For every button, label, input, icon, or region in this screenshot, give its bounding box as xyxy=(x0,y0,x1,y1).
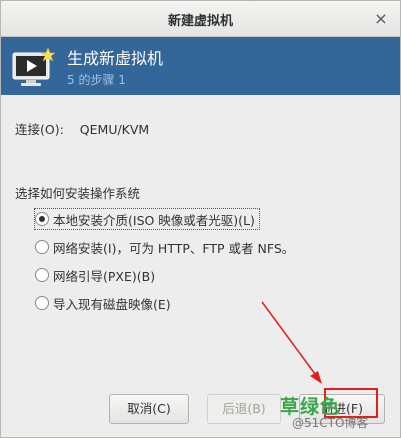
back-button[interactable]: 后退(B) xyxy=(207,394,281,424)
radio-local-media[interactable]: 本地安装介质(ISO 映像或者光驱)(L) xyxy=(34,208,260,230)
radio-label: 导入现有磁盘映像(E) xyxy=(53,296,171,312)
banner-title: 生成新虚拟机 xyxy=(67,49,164,68)
radio-network-boot[interactable]: 网络引导(PXE)(B) xyxy=(35,265,155,285)
new-vm-dialog: 新建虚拟机 × 生成新虚拟机 5 的步骤 1 连接(O): QEMU/KVM 选… xyxy=(0,0,401,438)
connection-label: 连接(O): xyxy=(15,122,64,137)
button-bar: 取消(C) 后退(B) 前进(F) xyxy=(1,381,400,437)
step-indicator: 5 的步骤 1 xyxy=(67,73,126,87)
radio-network-install[interactable]: 网络安装(I)，可为 HTTP、FTP 或者 NFS。 xyxy=(35,237,294,257)
monitor-icon xyxy=(12,47,55,86)
titlebar[interactable]: 新建虚拟机 × xyxy=(1,1,400,37)
wizard-content: 连接(O): QEMU/KVM 选择如何安装操作系统 本地安装介质(ISO 映像… xyxy=(1,95,400,381)
wizard-banner: 生成新虚拟机 5 的步骤 1 xyxy=(1,37,400,95)
radio-button-icon[interactable] xyxy=(35,212,49,226)
window-title: 新建虚拟机 xyxy=(167,14,233,29)
forward-button[interactable]: 前进(F) xyxy=(299,394,385,424)
radio-import-disk[interactable]: 导入现有磁盘映像(E) xyxy=(35,293,171,313)
radio-label: 网络引导(PXE)(B) xyxy=(53,268,156,284)
cancel-button[interactable]: 取消(C) xyxy=(109,394,189,424)
install-method-title: 选择如何安装操作系统 xyxy=(15,186,141,201)
radio-button-icon[interactable] xyxy=(35,268,49,282)
connection-value: QEMU/KVM xyxy=(79,122,150,137)
connection-line: 连接(O): QEMU/KVM xyxy=(15,119,149,138)
radio-button-icon[interactable] xyxy=(35,240,49,254)
radio-label: 本地安装介质(ISO 映像或者光驱)(L) xyxy=(53,212,255,228)
radio-button-icon[interactable] xyxy=(35,296,49,310)
radio-label: 网络安装(I)，可为 HTTP、FTP 或者 NFS。 xyxy=(53,240,295,256)
close-icon[interactable]: × xyxy=(372,10,390,28)
